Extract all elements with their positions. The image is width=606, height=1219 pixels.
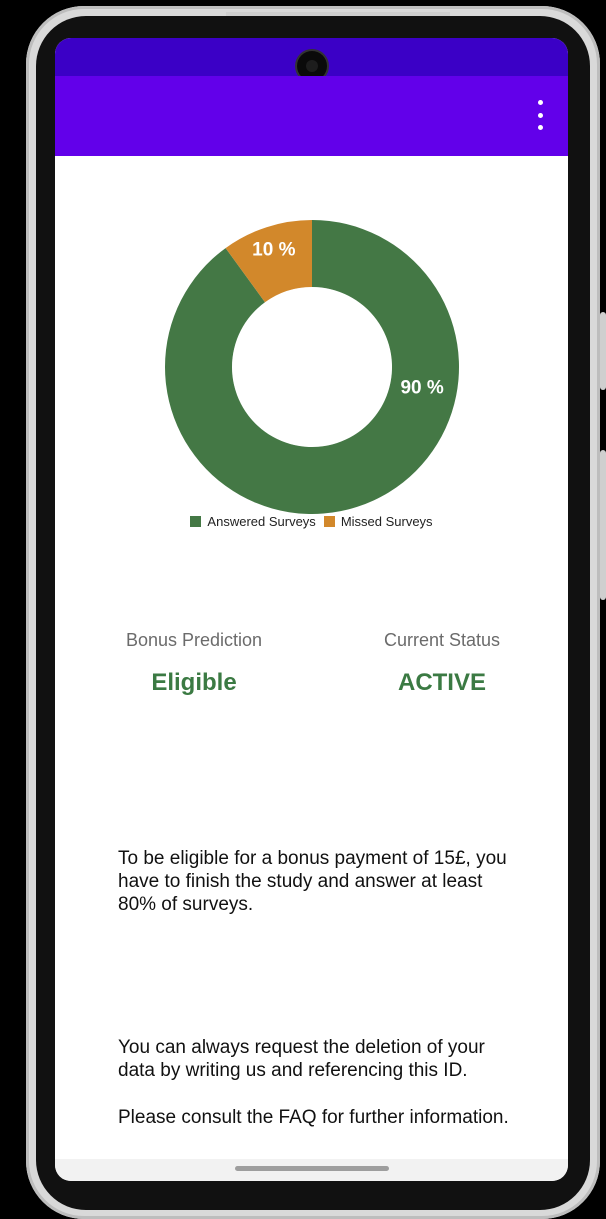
app-bar — [55, 76, 568, 156]
legend-label-missed: Missed Surveys — [340, 514, 433, 529]
donut-svg: 90 % 10 % — [164, 220, 459, 514]
menu-dot — [537, 100, 543, 105]
current-status-value: ACTIVE — [397, 669, 486, 696]
bonus-info-text: To be eligible for a bonus payment of 15… — [118, 848, 507, 915]
app-screen: 90 % 10 % Answered Surveys Missed Surveys… — [55, 38, 568, 1181]
volume-button — [600, 312, 606, 390]
current-status-label: Current Status — [383, 630, 501, 650]
chart-legend: Answered Surveys Missed Surveys — [55, 514, 568, 529]
bonus-prediction: Bonus Prediction Eligible — [104, 630, 284, 697]
more-vert-icon[interactable] — [526, 100, 554, 130]
legend-label-answered: Answered Surveys — [207, 514, 316, 529]
home-indicator[interactable] — [235, 1166, 389, 1171]
legend-swatch-missed — [323, 516, 335, 527]
bonus-prediction-value: Eligible — [151, 669, 237, 696]
legend-item-answered: Answered Surveys — [190, 514, 316, 529]
navigation-bar — [55, 1159, 568, 1181]
donut-hole — [240, 295, 384, 439]
power-button — [600, 450, 606, 600]
legend-item-missed: Missed Surveys — [323, 514, 433, 529]
menu-dot — [537, 112, 543, 118]
bonus-prediction-label: Bonus Prediction — [125, 630, 263, 650]
faq-info-text: Please consult the FAQ for further infor… — [118, 1107, 509, 1128]
legend-swatch-answered — [190, 516, 202, 527]
menu-dot — [537, 125, 543, 130]
slice-label-answered: 90 % — [400, 377, 443, 398]
survey-donut-chart: 90 % 10 % — [55, 156, 568, 556]
slice-label-missed: 10 % — [252, 240, 295, 261]
deletion-info-text: You can always request the deletion of y… — [118, 1037, 485, 1081]
current-status: Current Status ACTIVE — [352, 630, 532, 697]
